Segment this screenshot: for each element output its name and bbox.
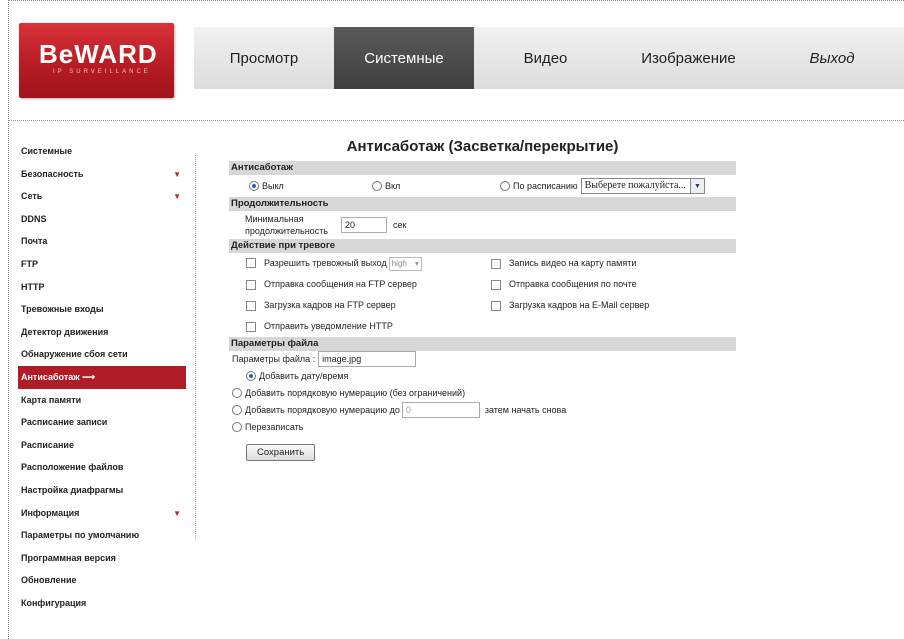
radio-add-datetime[interactable]: [246, 370, 256, 381]
radio-on[interactable]: [372, 181, 382, 191]
radio-schedule-label: По расписанию: [513, 181, 578, 191]
expand-arrow-icon: ▼: [173, 192, 181, 202]
add-numbering-limit-label: Добавить порядковую нумерацию до: [245, 404, 400, 415]
sidebar-item-network-failure[interactable]: Обнаружение сбоя сети: [18, 343, 186, 366]
logo-brand: BeWARD: [39, 39, 158, 69]
add-numbering-label: Добавить порядковую нумерацию (без огран…: [245, 387, 466, 398]
sidebar-item-ftp[interactable]: FTP: [18, 253, 186, 276]
sidebar-item-record-schedule[interactable]: Расписание записи: [18, 411, 186, 434]
tab-image[interactable]: Изображение: [617, 27, 760, 89]
radio-add-numbering-limit[interactable]: [232, 404, 242, 415]
section-antisabotage: Антисаботаж: [229, 161, 736, 175]
checkbox-record-sd[interactable]: [491, 258, 501, 269]
file-params-label: Параметры файла :: [232, 354, 316, 364]
radio-on-label: Вкл: [385, 181, 401, 191]
sidebar-item-update[interactable]: Обновление: [18, 569, 186, 592]
schedule-select[interactable]: Выберете пожалуйста... ▼: [580, 178, 705, 194]
sidebar-item-iris[interactable]: Настройка диафрагмы: [18, 479, 186, 502]
arrow-right-icon: ⟶: [82, 371, 96, 382]
ftp-upload-label: Загрузка кадров на FTP сервер: [264, 300, 396, 311]
mail-message-label: Отправка сообщения по почте: [509, 279, 637, 290]
sidebar-item-network[interactable]: Сеть ▼: [18, 185, 186, 208]
sidebar-divider: [195, 155, 196, 540]
checkbox-alarm-output[interactable]: [246, 258, 256, 269]
tab-system[interactable]: Системные: [334, 27, 474, 89]
expand-arrow-icon: ▼: [173, 508, 181, 518]
radio-overwrite[interactable]: [232, 421, 242, 432]
schedule-select-value: Выберете пожалуйста...: [584, 180, 686, 191]
alarm-output-select-value: high: [391, 258, 407, 268]
radio-off-label: Выкл: [262, 181, 284, 191]
sidebar-item-info[interactable]: Информация ▼: [18, 502, 186, 525]
checkbox-ftp-upload[interactable]: [246, 300, 256, 311]
sidebar-item-label: Безопасность: [21, 168, 84, 179]
sidebar-item-firmware[interactable]: Программная версия: [18, 547, 186, 570]
sidebar-item-label: Информация: [21, 507, 80, 518]
min-duration-label-line1: Минимальная: [245, 214, 304, 224]
alarm-output-label: Разрешить тревожный выход: [264, 257, 387, 268]
add-datetime-label: Добавить дату/время: [259, 370, 349, 381]
expand-arrow-icon: ▼: [173, 169, 181, 179]
sidebar-item-security[interactable]: Безопасность ▼: [18, 163, 186, 186]
save-button[interactable]: Сохранить: [246, 443, 316, 461]
email-upload-label: Загрузка кадров на E-Mail сервер: [509, 300, 650, 311]
sidebar-item-file-location[interactable]: Расположение файлов: [18, 456, 186, 479]
numbering-limit-input[interactable]: 0: [401, 401, 480, 418]
sidebar-item-memory-card[interactable]: Карта памяти: [18, 389, 186, 412]
sidebar-item-mail[interactable]: Почта: [18, 230, 186, 253]
sidebar-item-label: Антисаботаж: [21, 371, 80, 382]
sidebar-item-alarm-inputs[interactable]: Тревожные входы: [18, 298, 186, 321]
main-content: Антисаботаж (Засветка/перекрытие) Антиса…: [229, 133, 736, 469]
sidebar-item-config[interactable]: Конфигурация: [18, 592, 186, 615]
sidebar-item-defaults[interactable]: Параметры по умолчанию: [18, 524, 186, 547]
sidebar: Системные Безопасность ▼ Сеть ▼ DDNS Почта…: [18, 140, 186, 614]
restart-label: затем начать снова: [484, 404, 567, 415]
duration-input[interactable]: 20: [341, 217, 387, 233]
ftp-message-label: Отправка сообщения на FTP сервер: [264, 279, 417, 290]
section-duration: Продолжительность: [229, 197, 736, 211]
radio-off[interactable]: [249, 181, 259, 191]
tab-view[interactable]: Просмотр: [194, 27, 334, 89]
min-duration-label-line2: продолжительность: [245, 226, 328, 236]
checkbox-http-notify[interactable]: [246, 321, 256, 332]
record-sd-label: Запись видео на карту памяти: [509, 258, 637, 269]
sidebar-item-antisabotage[interactable]: Антисаботаж ⟶: [18, 365, 186, 389]
min-duration-label: Минимальная продолжительность: [245, 213, 341, 237]
sidebar-item-system[interactable]: Системные: [18, 140, 186, 163]
sidebar-item-label: Сеть: [21, 191, 43, 202]
beward-logo: BeWARD IP SURVEILLANCE: [19, 23, 174, 98]
checkbox-email-upload[interactable]: [491, 300, 501, 311]
seconds-unit: сек: [393, 220, 407, 230]
sidebar-item-http[interactable]: HTTP: [18, 276, 186, 299]
sidebar-item-ddns[interactable]: DDNS: [18, 208, 186, 231]
logo-subtitle: IP SURVEILLANCE: [53, 69, 151, 75]
radio-schedule[interactable]: [500, 181, 510, 191]
tab-exit[interactable]: Выход: [760, 27, 904, 89]
chevron-down-icon: ▼: [689, 179, 704, 193]
section-file-params: Параметры файла: [229, 337, 736, 351]
checkbox-mail-message[interactable]: [491, 279, 501, 290]
http-notify-label: Отправить уведомление HTTP: [264, 321, 393, 332]
tab-video[interactable]: Видео: [474, 27, 617, 89]
section-alarm-action: Действие при тревоге: [229, 239, 736, 253]
top-nav: Просмотр Системные Видео Изображение Вых…: [194, 27, 904, 89]
radio-add-numbering[interactable]: [232, 387, 242, 398]
overwrite-label: Перезаписать: [245, 421, 304, 432]
sidebar-item-motion-detector[interactable]: Детектор движения: [18, 321, 186, 344]
checkbox-ftp-message[interactable]: [246, 279, 256, 290]
alarm-output-select[interactable]: high: [388, 256, 422, 271]
file-name-input[interactable]: image.jpg: [318, 351, 417, 367]
page-title: Антисаботаж (Засветка/перекрытие): [346, 138, 619, 155]
sidebar-item-schedule[interactable]: Расписание: [18, 434, 186, 457]
